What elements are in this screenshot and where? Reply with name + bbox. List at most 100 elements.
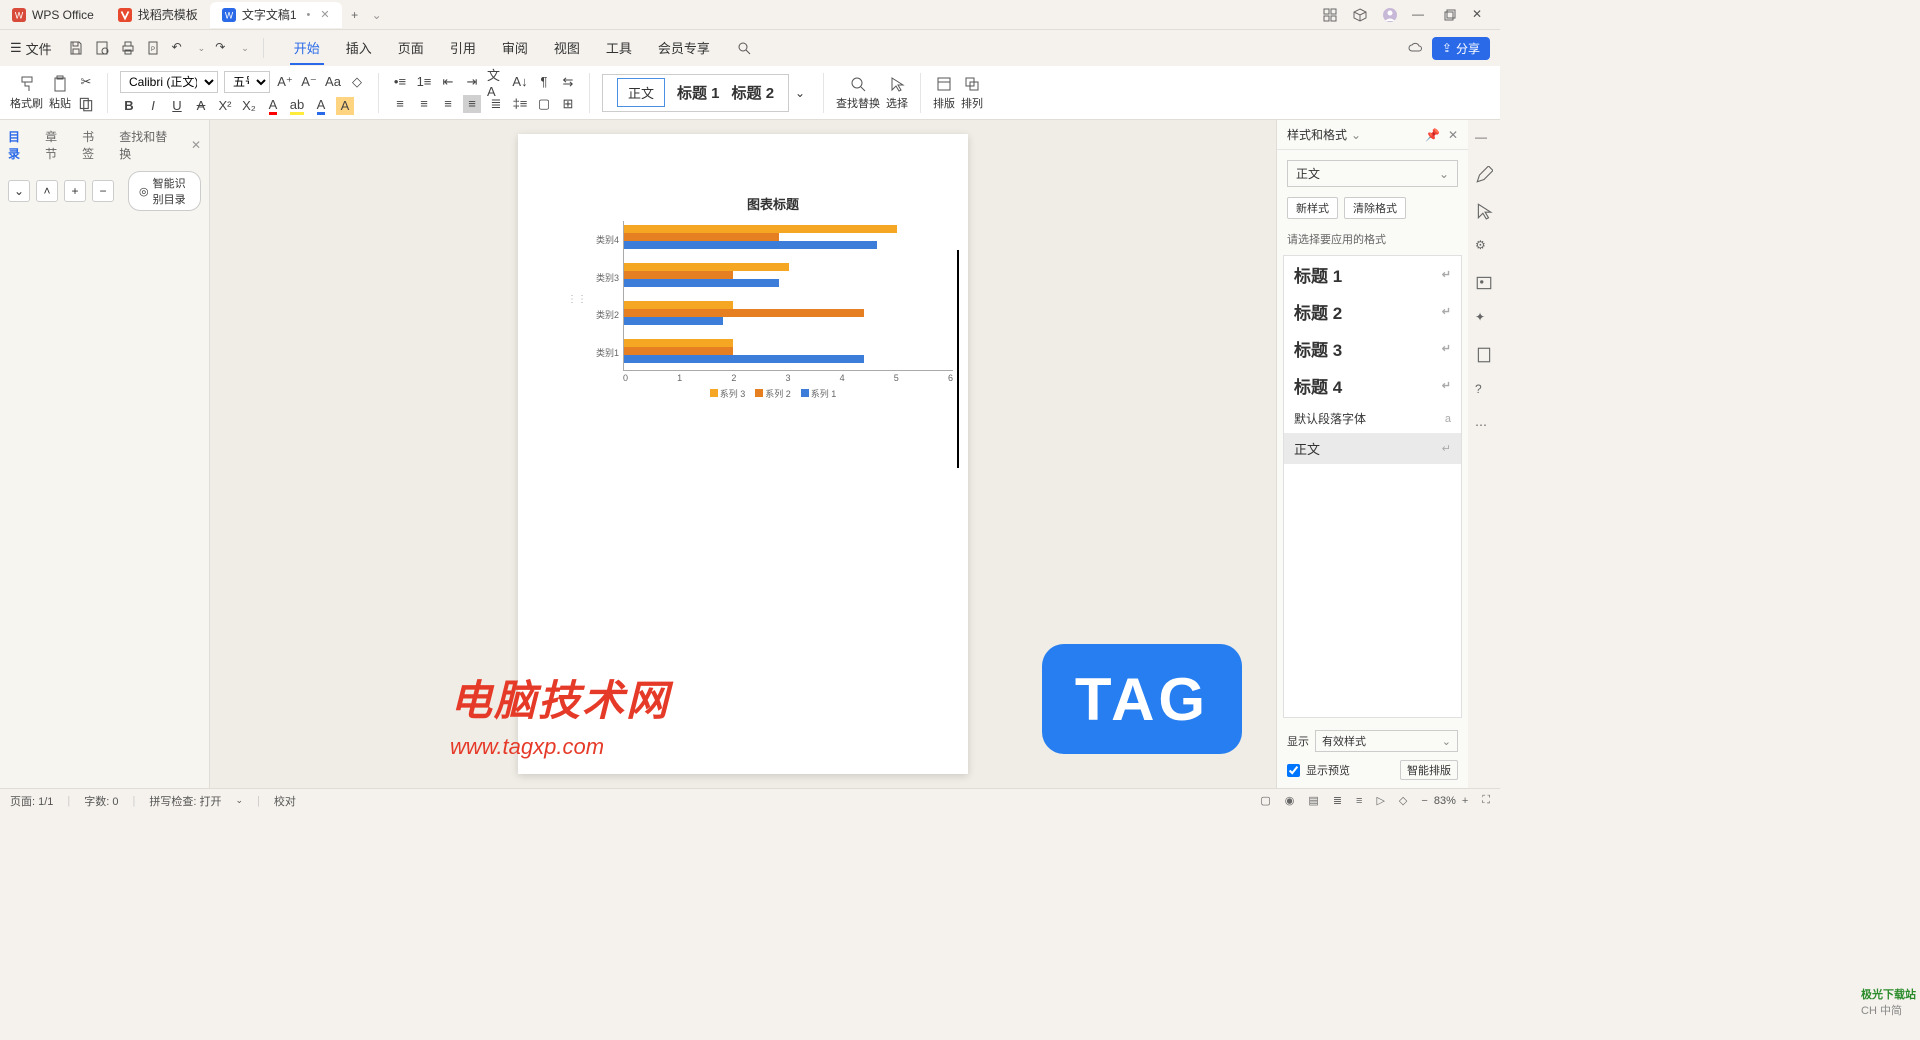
settings-rail-icon[interactable]: ⚙ [1475,238,1493,256]
pin-icon[interactable]: 📌 [1425,128,1440,142]
style-item-body[interactable]: 正文↵ [1284,433,1461,464]
style-item-h4[interactable]: 标题 4↵ [1284,367,1461,404]
style-item-h2[interactable]: 标题 2↵ [1284,293,1461,330]
decrease-font-icon[interactable]: A⁻ [300,73,318,91]
redo-icon[interactable]: ↷ [215,40,231,56]
arrange-button[interactable]: 排列 [961,69,983,117]
nav-tab-toc[interactable]: 目录 [8,128,31,162]
tab-view[interactable]: 视图 [550,32,584,65]
tab-wps-home[interactable]: W WPS Office [0,2,106,28]
print-icon[interactable] [120,40,136,56]
tab-reference[interactable]: 引用 [446,32,480,65]
proofread-status[interactable]: 校对 [274,793,296,809]
bold-icon[interactable]: B [120,97,138,115]
highlight-icon[interactable]: ab [288,97,306,115]
tab-review[interactable]: 审阅 [498,32,532,65]
undo-icon[interactable]: ↶ [172,40,188,56]
app-grid-icon[interactable] [1322,7,1338,23]
nav-tab-bookmark[interactable]: 书签 [82,128,105,162]
close-window-button[interactable]: ✕ [1472,7,1488,23]
style-body[interactable]: 正文 [617,78,665,107]
number-list-icon[interactable]: 1≡ [415,73,433,91]
tools-rail-icon[interactable]: ✦ [1475,310,1493,328]
cloud-icon[interactable] [1408,40,1424,56]
clear-format-button[interactable]: 清除格式 [1344,197,1406,219]
align-center-icon[interactable]: ≡ [415,95,433,113]
change-case-icon[interactable]: Aa [324,73,342,91]
undo-dropdown[interactable]: ⌄ [198,43,206,54]
decrease-indent-icon[interactable]: ⇤ [439,73,457,91]
current-style-select[interactable]: 正文 ⌄ [1287,160,1458,187]
nav-up-icon[interactable]: ˄ [36,180,58,202]
align-justify-icon[interactable]: ≡ [463,95,481,113]
ruler-icon[interactable]: ◇ [1399,794,1407,807]
italic-icon[interactable]: I [144,97,162,115]
recognize-toc-button[interactable]: ◎ 智能识别目录 [128,171,201,211]
tab-docer[interactable]: 找稻壳模板 [106,2,210,28]
align-right-icon[interactable]: ≡ [439,95,457,113]
print-preview-icon[interactable] [94,40,110,56]
view-page-icon[interactable]: ▢ [1260,794,1270,807]
clear-format-icon[interactable]: ◇ [348,73,366,91]
new-style-button[interactable]: 新样式 [1287,197,1338,219]
increase-indent-icon[interactable]: ⇥ [463,73,481,91]
font-name-select[interactable]: Calibri (正文) [120,71,218,93]
word-count[interactable]: 字数: 0 [84,793,118,809]
shading-icon[interactable]: ▢ [535,95,553,113]
select-button[interactable]: 选择 [886,69,908,117]
text-effect-icon[interactable]: A [312,97,330,115]
strikethrough-icon[interactable]: A [192,97,210,115]
export-pdf-icon[interactable]: P [146,40,162,56]
align-left-icon[interactable]: ≡ [391,95,409,113]
nav-add-icon[interactable]: + [64,180,86,202]
style-gallery-more[interactable]: ⌄ [795,86,811,100]
nav-collapse-icon[interactable]: ⌄ [8,180,30,202]
zoom-out-icon[interactable]: − [1421,795,1427,807]
cube-icon[interactable] [1352,7,1368,23]
nav-remove-icon[interactable]: − [92,180,114,202]
page-indicator[interactable]: 页面: 1/1 [10,793,53,809]
nav-close-icon[interactable]: ✕ [191,138,201,152]
tab-menu-dropdown[interactable]: ⌄ [372,8,382,22]
distribute-icon[interactable]: ≣ [487,95,505,113]
maximize-button[interactable] [1442,7,1458,23]
tab-home[interactable]: 开始 [290,32,324,65]
cut-icon[interactable]: ✂ [77,73,95,91]
style-item-default-font[interactable]: 默认段落字体a [1284,404,1461,433]
spell-check-status[interactable]: 拼写检查: 打开 [149,793,221,809]
layout-button[interactable]: 排版 [933,69,955,117]
smart-layout-button[interactable]: 智能排版 [1400,760,1458,780]
close-icon[interactable]: ✕ [320,8,329,21]
show-marks-icon[interactable]: ¶ [535,73,553,91]
bullet-list-icon[interactable]: •≡ [391,73,409,91]
view-web-icon[interactable]: ≣ [1333,794,1342,807]
increase-font-icon[interactable]: A⁺ [276,73,294,91]
collapse-rail-icon[interactable]: — [1475,130,1493,148]
underline-icon[interactable]: U [168,97,186,115]
doc-rail-icon[interactable] [1475,346,1493,364]
style-heading2[interactable]: 标题 2 [732,82,775,103]
tab-page[interactable]: 页面 [394,32,428,65]
style-item-h1[interactable]: 标题 1↵ [1284,256,1461,293]
tab-document-active[interactable]: W 文字文稿1 • ✕ [210,2,342,28]
minimize-button[interactable]: — [1412,7,1428,23]
tab-tools[interactable]: 工具 [602,32,636,65]
line-spacing-icon[interactable]: ‡≡ [511,95,529,113]
image-rail-icon[interactable] [1475,274,1493,292]
share-button[interactable]: ⇪ 分享 [1432,37,1490,60]
style-heading1[interactable]: 标题 1 [677,82,720,103]
font-color-icon[interactable]: A [264,97,282,115]
more-rail-icon[interactable]: ⋯ [1475,418,1493,436]
fit-page-icon[interactable]: ⛶ [1482,794,1490,807]
pencil-icon[interactable] [1475,166,1493,184]
subscript-icon[interactable]: X₂ [240,97,258,115]
avatar-icon[interactable] [1382,7,1398,23]
view-print-icon[interactable]: ▤ [1308,794,1318,807]
search-icon[interactable] [736,40,752,56]
show-styles-select[interactable]: 有效样式 ⌄ [1315,730,1458,752]
zoom-level[interactable]: 83% [1434,795,1456,807]
view-outline-icon[interactable]: ≡ [1356,795,1362,807]
view-read-icon[interactable]: ▷ [1376,794,1384,807]
chart-object[interactable]: ⋮⋮ 图表标题 类别4 类别3 类别2 类别1 [593,194,953,402]
char-shading-icon[interactable]: A [336,97,354,115]
